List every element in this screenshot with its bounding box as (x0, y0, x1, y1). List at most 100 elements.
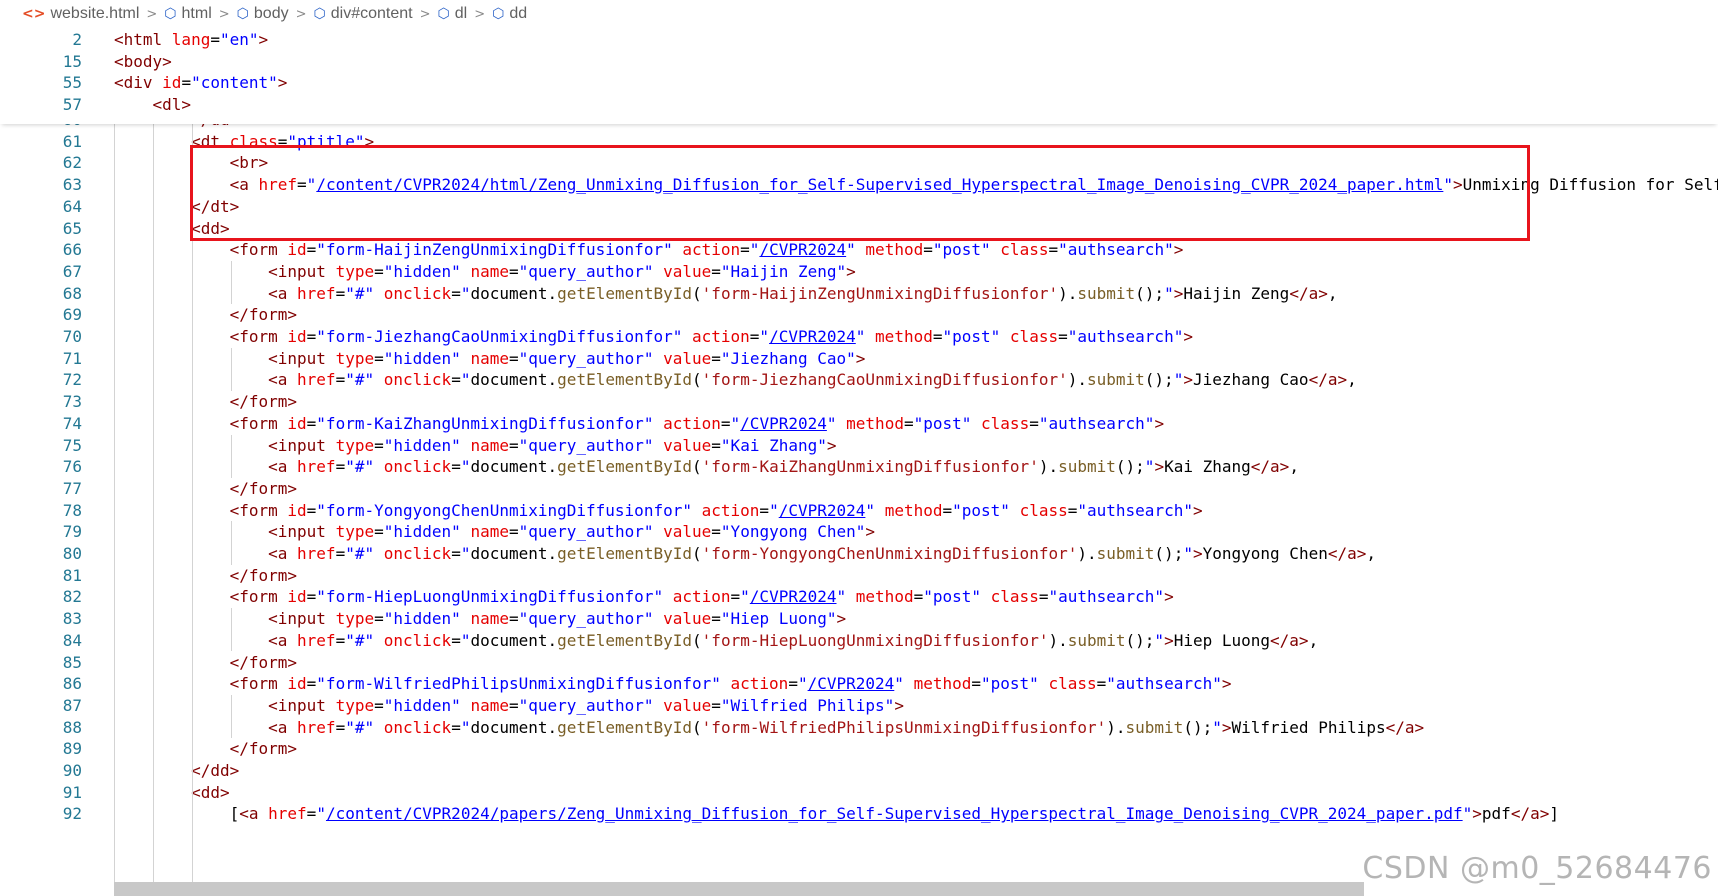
element-icon: ⬡ (437, 6, 450, 22)
indent-guide (231, 434, 232, 478)
breadcrumb-label: website.html (50, 5, 140, 22)
code-line[interactable]: 70 <form id="form-JiezhangCaoUnmixingDif… (0, 326, 1718, 348)
code-line[interactable]: 76 <a href="#" onclick="document.getElem… (0, 456, 1718, 478)
code-line[interactable]: 63 <a href="/content/CVPR2024/html/Zeng_… (0, 174, 1718, 196)
code-text: <a href="#" onclick="document.getElement… (268, 457, 1299, 477)
code-text: <a href="#" onclick="document.getElement… (268, 283, 1338, 303)
code-line[interactable]: 92 [<a href="/content/CVPR2024/papers/Ze… (0, 803, 1718, 825)
line-number: 87 (62, 695, 82, 715)
line-number: 57 (62, 94, 82, 114)
code-text: <form id="form-HiepLuongUnmixingDiffusio… (229, 587, 1174, 607)
indent-guide (114, 109, 115, 896)
line-number: 77 (62, 478, 82, 498)
line-number: 68 (62, 283, 82, 303)
code-line[interactable]: 89 </form> (0, 738, 1718, 760)
breadcrumb-item[interactable]: ⬡ div#content (314, 5, 413, 23)
code-text: </dd> (191, 761, 240, 780)
code-text: <a href="#" onclick="document.getElement… (268, 717, 1425, 737)
line-number: 88 (62, 717, 82, 737)
indent-guide (153, 109, 154, 896)
line-number: 73 (62, 392, 82, 412)
code-line[interactable]: 75 <input type="hidden" name="query_auth… (0, 435, 1718, 457)
code-line[interactable]: 73 </form> (0, 391, 1718, 413)
code-line[interactable]: 71 <input type="hidden" name="query_auth… (0, 348, 1718, 370)
sticky-line[interactable]: 55 <div id="content"> (0, 72, 1718, 94)
code-line[interactable]: 66 <form id="form-HaijinZengUnmixingDiff… (0, 239, 1718, 261)
code-text: <a href="#" onclick="document.getElement… (268, 544, 1377, 563)
code-text: </dt> (191, 196, 240, 216)
sticky-scroll-header[interactable]: 2 <html lang="en"> 15 <body> 55 <div id="cont… (0, 28, 1718, 124)
code-line[interactable]: 83 <input type="hidden" name="query_auth… (0, 608, 1718, 630)
code-line[interactable]: 88 <a href="#" onclick="document.getElem… (0, 717, 1718, 739)
code-text: </form> (229, 565, 298, 585)
code-line[interactable]: 85 </form> (0, 652, 1718, 674)
code-text: <dd> (191, 218, 230, 238)
sticky-line[interactable]: 57 <dl> (0, 94, 1718, 116)
code-text: <input type="hidden" name="query_author"… (268, 695, 904, 715)
code-line[interactable]: 68 <a href="#" onclick="document.getElem… (0, 283, 1718, 305)
line-number: 81 (62, 565, 82, 585)
code-line[interactable]: 84 <a href="#" onclick="document.getElem… (0, 630, 1718, 652)
line-number: 75 (62, 435, 82, 455)
code-text: [<a href="/content/CVPR2024/papers/Zeng_… (229, 804, 1559, 824)
line-number: 78 (62, 500, 82, 520)
code-line[interactable]: 90 </dd> (0, 760, 1718, 782)
code-text: </form> (229, 652, 298, 672)
line-number: 79 (62, 522, 82, 542)
line-number: 55 (62, 73, 82, 92)
code-text: </form> (229, 305, 298, 325)
code-line[interactable]: 81 </form> (0, 565, 1718, 587)
code-text: </form> (229, 739, 298, 759)
indent-guide (231, 521, 232, 565)
code-line[interactable]: 61 <dt class="ptitle"> (0, 131, 1718, 153)
code-line[interactable]: 74 <form id="form-KaiZhangUnmixingDiffus… (0, 413, 1718, 435)
code-text: <body> (114, 51, 172, 71)
chevron-right-icon: > (474, 6, 486, 22)
sticky-line[interactable]: 2 <html lang="en"> (0, 29, 1718, 51)
code-line[interactable]: 79 <input type="hidden" name="query_auth… (0, 521, 1718, 543)
line-number: 63 (62, 175, 82, 195)
code-line[interactable]: 91 <dd> (0, 782, 1718, 804)
element-icon: ⬡ (164, 6, 177, 22)
breadcrumb-item[interactable]: ⬡ html (164, 5, 211, 23)
line-number: 72 (62, 370, 82, 390)
code-text: <input type="hidden" name="query_author"… (268, 609, 847, 629)
code-line[interactable]: 69 </form> (0, 304, 1718, 326)
code-line[interactable]: 64 </dt> (0, 196, 1718, 218)
breadcrumb-item[interactable]: ⬡ dl (438, 5, 468, 23)
code-text: <a href="#" onclick="document.getElement… (268, 630, 1319, 650)
element-icon: ⬡ (313, 6, 326, 22)
breadcrumb-item[interactable]: ⬡ dd (492, 5, 527, 23)
code-text: <a href="/content/CVPR2024/html/Zeng_Unm… (229, 175, 1718, 195)
line-number: 74 (62, 413, 82, 433)
breadcrumb-label: div#content (330, 5, 413, 22)
breadcrumb-item[interactable]: <> website.html (22, 5, 139, 23)
line-number: 84 (62, 630, 82, 650)
code-line[interactable]: 65 <dd> (0, 218, 1718, 240)
watermark-text: CSDN @m0_52684476 (1362, 851, 1712, 886)
line-number: 70 (62, 327, 82, 346)
code-line[interactable]: 78 <form id="form-YongyongChenUnmixingDi… (0, 500, 1718, 522)
element-icon: ⬡ (492, 6, 505, 22)
code-text: <form id="form-KaiZhangUnmixingDiffusion… (229, 413, 1165, 433)
indent-guide (231, 260, 232, 305)
code-editor[interactable]: <> website.html > ⬡ html > ⬡ body > ⬡ div#content >… (0, 0, 1718, 896)
code-line[interactable]: 72 <a href="#" onclick="document.getElem… (0, 369, 1718, 391)
breadcrumb-label: dl (454, 5, 468, 22)
code-line[interactable]: 86 <form id="form-WilfriedPhilipsUnmixin… (0, 673, 1718, 695)
code-line[interactable]: 62 <br> (0, 152, 1718, 174)
line-number: 90 (62, 761, 82, 780)
code-text: <input type="hidden" name="query_author"… (268, 261, 856, 281)
code-line[interactable]: 82 <form id="form-HiepLuongUnmixingDiffu… (0, 586, 1718, 608)
code-line[interactable]: 80 <a href="#" onclick="document.getElem… (0, 543, 1718, 565)
chevron-right-icon: > (218, 6, 230, 22)
sticky-line[interactable]: 15 <body> (0, 51, 1718, 73)
breadcrumb-item[interactable]: ⬡ body (237, 5, 289, 23)
line-number: 69 (62, 305, 82, 325)
chevron-right-icon: > (146, 6, 158, 22)
code-line[interactable]: 77 </form> (0, 478, 1718, 500)
indent-guide (192, 109, 193, 896)
code-line[interactable]: 87 <input type="hidden" name="query_auth… (0, 695, 1718, 717)
code-text: <html lang="en"> (114, 30, 269, 49)
code-line[interactable]: 67 <input type="hidden" name="query_auth… (0, 261, 1718, 283)
